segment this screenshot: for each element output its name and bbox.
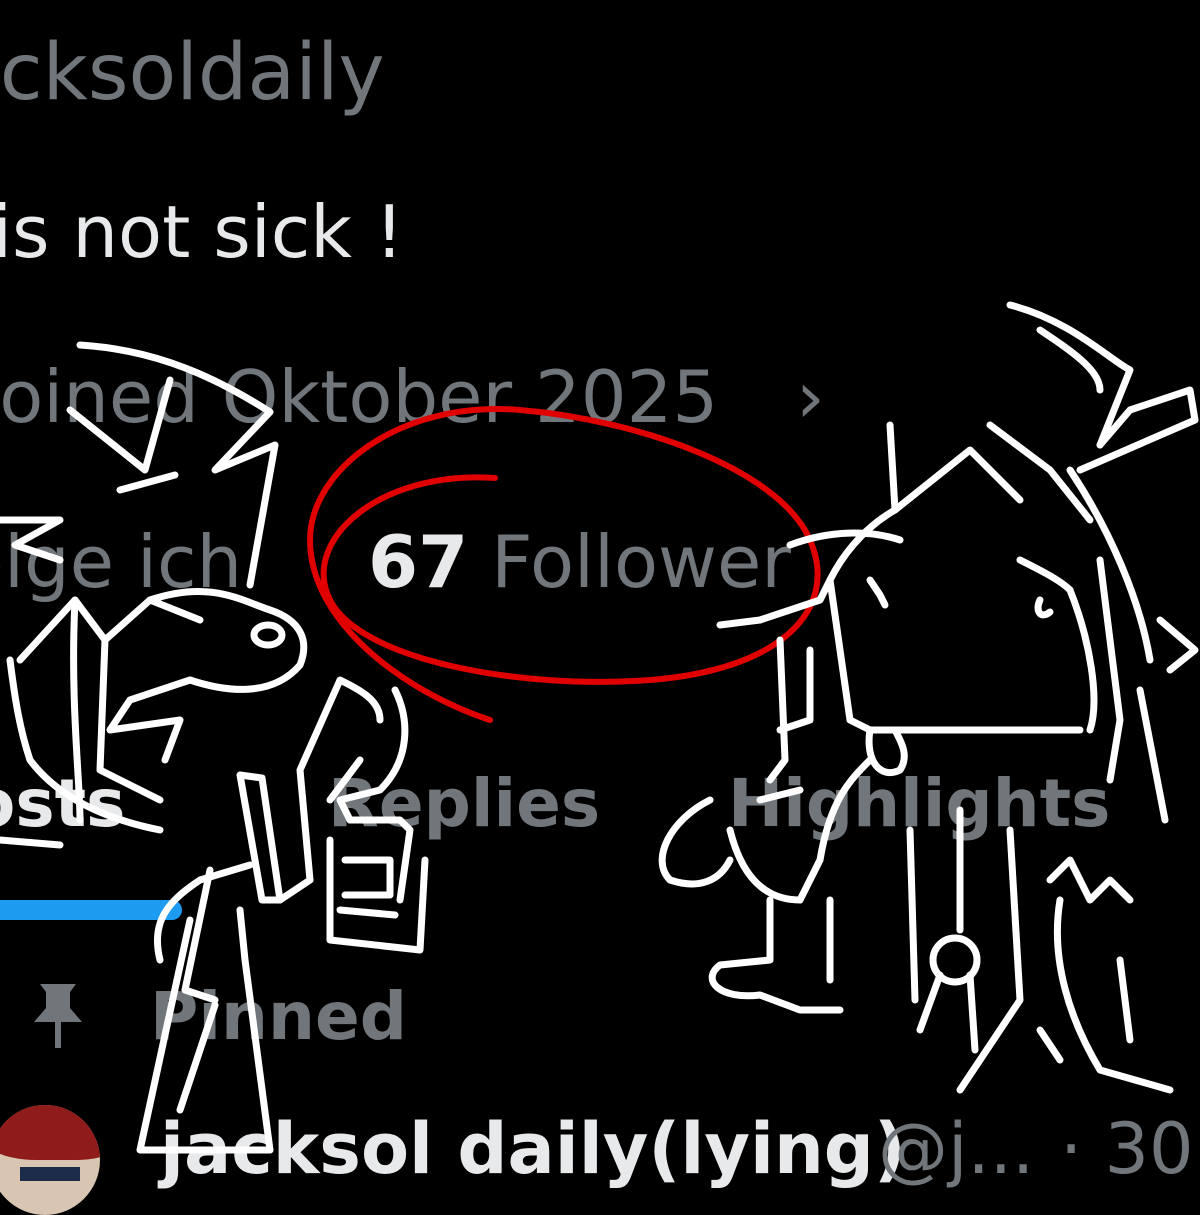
left-character-doodle xyxy=(0,341,429,1154)
right-character-doodle xyxy=(658,301,1199,1094)
red-annotation-circle xyxy=(307,406,821,723)
drawing-overlay xyxy=(0,301,1199,1154)
